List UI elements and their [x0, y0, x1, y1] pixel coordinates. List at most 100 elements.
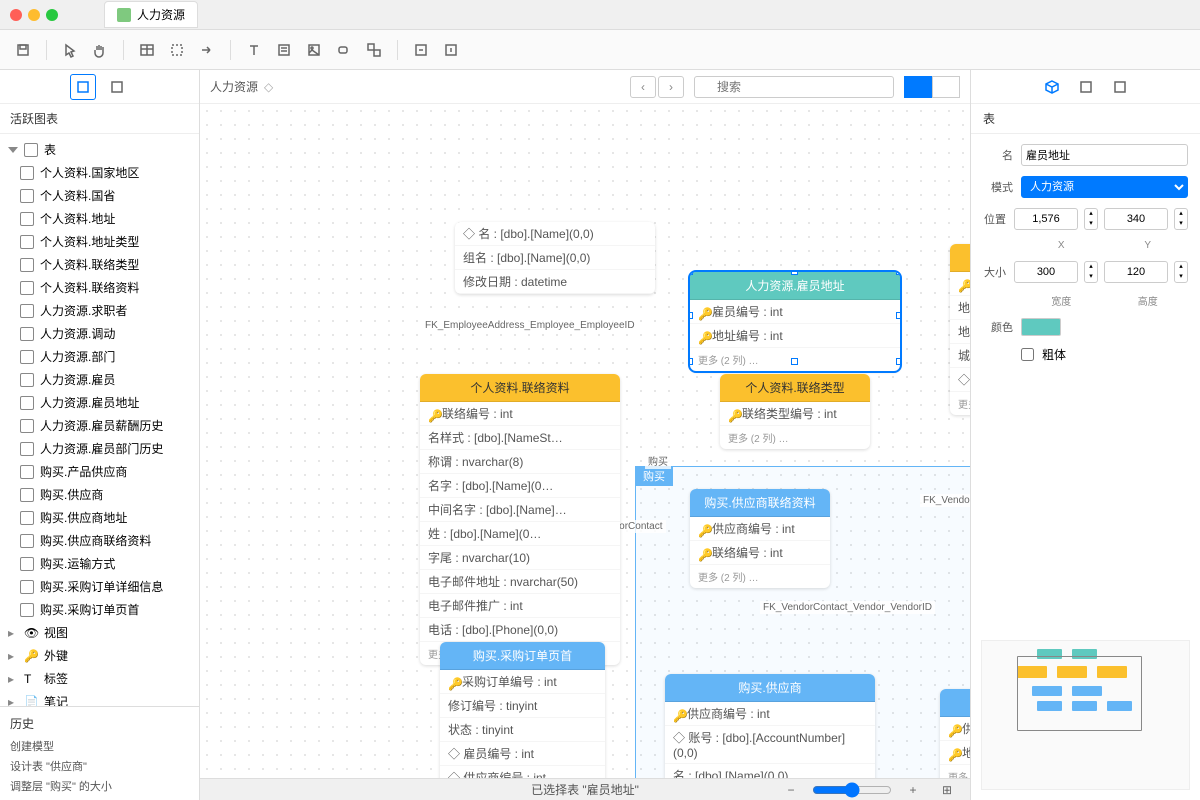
- save-button[interactable]: [10, 37, 36, 63]
- resize-handle[interactable]: [690, 358, 693, 365]
- tree-item-table[interactable]: 人力资源.雇员地址: [0, 391, 199, 414]
- color-swatch[interactable]: [1021, 318, 1061, 336]
- tree-item-note[interactable]: ▸📄笔记: [0, 690, 199, 706]
- tree-root-tables[interactable]: 表: [0, 138, 199, 161]
- canvas[interactable]: 购买 购买 FK_EmployeeAddress_Employee_Employ…: [200, 104, 970, 778]
- resize-handle[interactable]: [690, 272, 693, 275]
- zoom-slider[interactable]: [812, 782, 892, 798]
- pos-y-stepper[interactable]: ▴▾: [1174, 208, 1188, 230]
- hand-tool[interactable]: [87, 37, 113, 63]
- tree-item-label: 个人资料.地址类型: [40, 233, 139, 250]
- bold-checkbox[interactable]: [1021, 348, 1034, 361]
- entity-e5[interactable]: 购买.供应商联络资料🔑 供应商编号 : int🔑 联络编号 : int更多 (2…: [690, 489, 830, 588]
- tree-item-table[interactable]: 人力资源.调动: [0, 322, 199, 345]
- tree-item-table[interactable]: 购买.采购订单页首: [0, 598, 199, 621]
- entity-more[interactable]: 更多 (2 列) …: [720, 426, 870, 449]
- tree-item-table[interactable]: 人力资源.求职者: [0, 299, 199, 322]
- close-dot[interactable]: [10, 9, 22, 21]
- resize-handle[interactable]: [896, 358, 900, 365]
- tree-item-table[interactable]: 人力资源.雇员部门历史: [0, 437, 199, 460]
- shape-tool[interactable]: [331, 37, 357, 63]
- group-tool[interactable]: [361, 37, 387, 63]
- table-icon: [20, 488, 34, 502]
- resize-handle[interactable]: [791, 272, 798, 275]
- entity-e4[interactable]: 个人资料.联络类型🔑 联络类型编号 : int更多 (2 列) …: [720, 374, 870, 449]
- rp-tab-cube[interactable]: [1039, 74, 1065, 100]
- name-input[interactable]: [1021, 144, 1188, 166]
- export-button-2[interactable]: [438, 37, 464, 63]
- history-item[interactable]: 调整层 "购买" 的大小: [0, 776, 199, 796]
- tree-item-table[interactable]: 购买.采购订单详细信息: [0, 575, 199, 598]
- tree-item-table[interactable]: 购买.产品供应商: [0, 460, 199, 483]
- entity-e7[interactable]: 购买.供应商🔑 供应商编号 : int◇ 账号 : [dbo].[Account…: [665, 674, 875, 778]
- text-tool[interactable]: [241, 37, 267, 63]
- tree-item-table[interactable]: 个人资料.地址: [0, 207, 199, 230]
- tree-item-table[interactable]: 个人资料.联络类型: [0, 253, 199, 276]
- search-input[interactable]: [694, 76, 894, 98]
- entity-e6[interactable]: 购买.采购订单页首🔑 采购订单编号 : int 修订编号 : tinyint 状…: [440, 642, 605, 778]
- tree-item-table[interactable]: 购买.供应商联络资料: [0, 529, 199, 552]
- tree-item-table[interactable]: 个人资料.地址类型: [0, 230, 199, 253]
- tree-item-table[interactable]: 人力资源.部门: [0, 345, 199, 368]
- entity-e0[interactable]: ◇ 名 : [dbo].[Name](0,0) 组名 : [dbo].[Name…: [455, 222, 655, 294]
- tree-item-label[interactable]: ▸T标签: [0, 667, 199, 690]
- rp-tab-img[interactable]: [1073, 74, 1099, 100]
- tree-item-table[interactable]: 人力资源.雇员: [0, 368, 199, 391]
- entity-more[interactable]: 更多 (3 列) …: [950, 392, 970, 415]
- image-tool[interactable]: [301, 37, 327, 63]
- breadcrumb[interactable]: 人力资源 ◇: [210, 78, 273, 95]
- entity-field: 姓 : [dbo].[Name](0…: [420, 522, 620, 546]
- schema-select[interactable]: 人力资源: [1021, 176, 1188, 198]
- resize-handle[interactable]: [690, 312, 693, 319]
- height-input[interactable]: [1104, 261, 1168, 283]
- pos-x-stepper[interactable]: ▴▾: [1084, 208, 1098, 230]
- note-tool[interactable]: [271, 37, 297, 63]
- document-tab[interactable]: 人力资源: [104, 1, 198, 28]
- left-view-list[interactable]: [104, 74, 130, 100]
- tree-item-table[interactable]: 购买.供应商地址: [0, 506, 199, 529]
- tree-item-view[interactable]: ▸👁视图: [0, 621, 199, 644]
- nav-fwd[interactable]: ›: [658, 76, 684, 98]
- entity-header: 购买.供应商: [665, 674, 875, 702]
- tree-item-table[interactable]: 个人资料.国家地区: [0, 161, 199, 184]
- tree-item-fk[interactable]: ▸🔑外键: [0, 644, 199, 667]
- link-tool[interactable]: [194, 37, 220, 63]
- entity-e2[interactable]: 个人资料.地址🔑 地址编号 : int 地址 1 : nvarchar(… 地址…: [950, 244, 970, 415]
- tree-item-table[interactable]: 个人资料.联络资料: [0, 276, 199, 299]
- nav-back[interactable]: ‹: [630, 76, 656, 98]
- resize-handle[interactable]: [896, 272, 900, 275]
- minimap[interactable]: [981, 640, 1190, 790]
- entity-more[interactable]: 更多 (2 列) …: [690, 565, 830, 588]
- zoom-in[interactable]: +: [900, 777, 926, 800]
- pos-x-input[interactable]: [1014, 208, 1078, 230]
- height-stepper[interactable]: ▴▾: [1174, 261, 1188, 283]
- left-view-model[interactable]: [70, 74, 96, 100]
- region-tool[interactable]: [164, 37, 190, 63]
- tree-item-table[interactable]: 个人资料.国省: [0, 184, 199, 207]
- zoom-fit[interactable]: ⊞: [934, 777, 960, 800]
- resize-handle[interactable]: [896, 312, 900, 319]
- tree-item-table[interactable]: 购买.运输方式: [0, 552, 199, 575]
- width-input[interactable]: [1014, 261, 1078, 283]
- export-button-1[interactable]: [408, 37, 434, 63]
- resize-handle[interactable]: [791, 358, 798, 365]
- min-dot[interactable]: [28, 9, 40, 21]
- zoom-out[interactable]: −: [778, 777, 804, 800]
- tree-item-table[interactable]: 购买.供应商: [0, 483, 199, 506]
- pointer-tool[interactable]: [57, 37, 83, 63]
- view-split-1[interactable]: [904, 76, 932, 98]
- view-split-2[interactable]: [932, 76, 960, 98]
- entity-field: 电子邮件推广 : int: [420, 594, 620, 618]
- rp-tab-list[interactable]: [1107, 74, 1133, 100]
- pos-y-input[interactable]: [1104, 208, 1168, 230]
- tree-item-label: 外键: [44, 647, 68, 664]
- width-stepper[interactable]: ▴▾: [1084, 261, 1098, 283]
- entity-e1[interactable]: 人力资源.雇员地址🔑 雇员编号 : int🔑 地址编号 : int更多 (2 列…: [690, 272, 900, 371]
- entity-e3[interactable]: 个人资料.联络资料🔑 联络编号 : int 名样式 : [dbo].[NameS…: [420, 374, 620, 665]
- max-dot[interactable]: [46, 9, 58, 21]
- tree-item-table[interactable]: 人力资源.雇员薪酬历史: [0, 414, 199, 437]
- table-tool[interactable]: [134, 37, 160, 63]
- history-item[interactable]: 创建模型: [0, 736, 199, 756]
- history-item[interactable]: 设计表 "供应商": [0, 756, 199, 776]
- entity-e8[interactable]: 购买.供应商地址🔑 供应商编号 : int🔑 地址编号 : int更多 (2 列…: [940, 689, 970, 778]
